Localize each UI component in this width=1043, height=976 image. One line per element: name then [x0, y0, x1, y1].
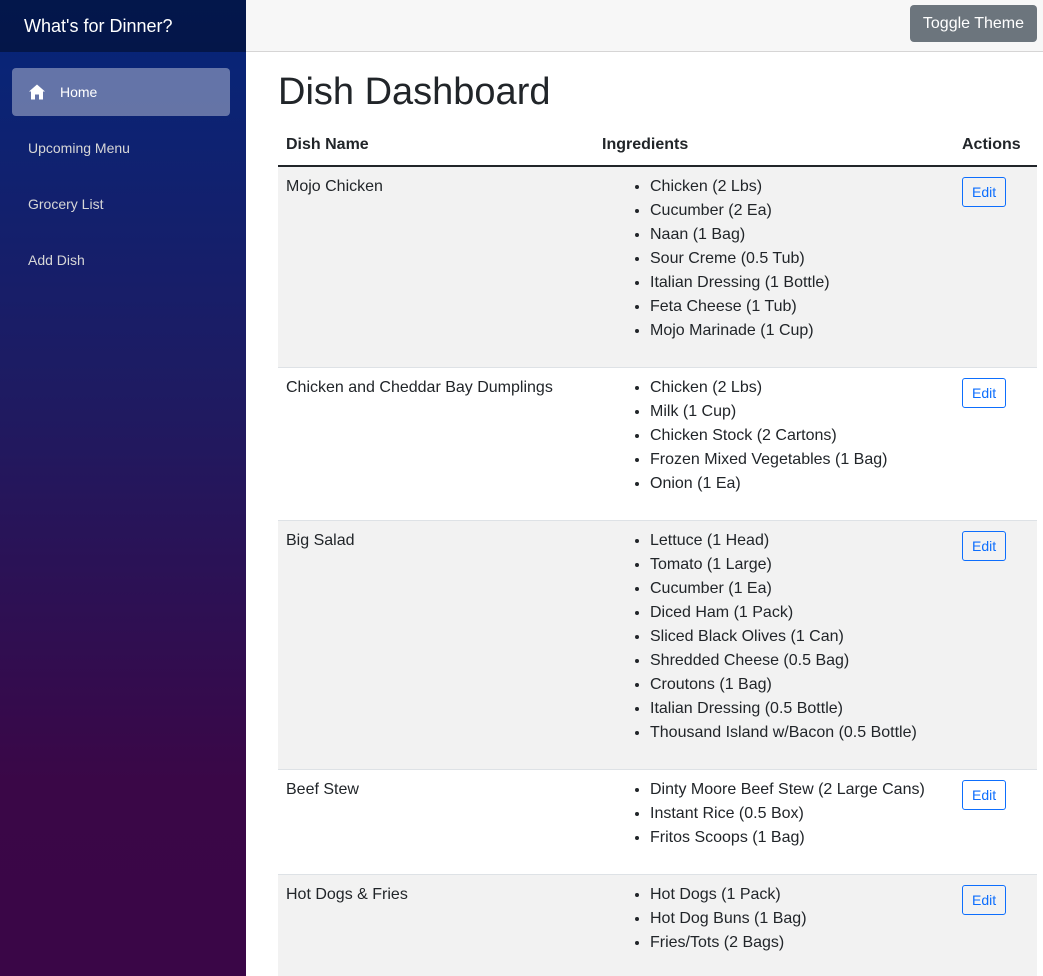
ingredient-item: Chicken Stock (2 Cartons) [650, 424, 946, 448]
ingredient-item: Onion (1 Ea) [650, 472, 946, 496]
table-row: Chicken and Cheddar Bay DumplingsChicken… [278, 366, 1037, 521]
ingredient-item: Sliced Black Olives (1 Can) [650, 625, 946, 649]
dish-name: Big Salad [278, 519, 594, 770]
ingredient-item: Diced Ham (1 Pack) [650, 601, 946, 625]
ingredient-item: Thousand Island w/Bacon (0.5 Bottle) [650, 721, 946, 745]
edit-button[interactable]: Edit [962, 530, 1007, 561]
ingredient-item: Tomato (1 Large) [650, 553, 946, 577]
sidebar-item-label: Home [60, 84, 98, 100]
edit-button[interactable]: Edit [962, 884, 1007, 915]
sidebar-item-add-dish[interactable]: Add Dish [12, 236, 230, 284]
ingredient-item: Fries/Tots (2 Bags) [650, 931, 946, 955]
table-row: Beef StewDinty Moore Beef Stew (2 Large … [278, 768, 1037, 875]
ingredient-list: Chicken (2 Lbs)Cucumber (2 Ea)Naan (1 Ba… [602, 175, 946, 343]
ingredient-item: Lettuce (1 Head) [650, 529, 946, 553]
app-brand[interactable]: What's for Dinner? [0, 0, 246, 52]
dish-table: Dish Name Ingredients Actions Mojo Chick… [278, 125, 1037, 976]
sidebar-item-label: Add Dish [28, 252, 85, 268]
ingredient-item: Chicken (2 Lbs) [650, 175, 946, 199]
dish-name: Hot Dogs & Fries [278, 873, 594, 976]
actions-cell: Edit [954, 873, 1037, 976]
ingredient-item: Naan (1 Bag) [650, 223, 946, 247]
sidebar-item-grocery-list[interactable]: Grocery List [12, 180, 230, 228]
ingredient-item: Sour Creme (0.5 Tub) [650, 247, 946, 271]
main-content: Dish Dashboard Dish Name Ingredients Act… [278, 52, 1037, 976]
actions-cell: Edit [954, 366, 1037, 521]
sidebar-item-upcoming-menu[interactable]: Upcoming Menu [12, 124, 230, 172]
table-row: Hot Dogs & FriesHot Dogs (1 Pack)Hot Dog… [278, 873, 1037, 976]
ingredient-list: Lettuce (1 Head)Tomato (1 Large)Cucumber… [602, 529, 946, 745]
top-bar: Toggle Theme [246, 0, 1043, 52]
actions-cell: Edit [954, 768, 1037, 875]
home-icon [28, 83, 46, 101]
dish-table-body: Mojo ChickenChicken (2 Lbs)Cucumber (2 E… [278, 165, 1037, 976]
sidebar-item-home[interactable]: Home [12, 68, 230, 116]
ingredients-cell: Chicken (2 Lbs)Cucumber (2 Ea)Naan (1 Ba… [594, 165, 954, 368]
page-title: Dish Dashboard [278, 71, 551, 113]
ingredient-item: Frozen Mixed Vegetables (1 Bag) [650, 448, 946, 472]
ingredient-item: Italian Dressing (0.5 Bottle) [650, 697, 946, 721]
ingredient-list: Chicken (2 Lbs)Milk (1 Cup)Chicken Stock… [602, 376, 946, 496]
ingredients-cell: Hot Dogs (1 Pack)Hot Dog Buns (1 Bag)Fri… [594, 873, 954, 976]
ingredient-item: Dinty Moore Beef Stew (2 Large Cans) [650, 778, 946, 802]
ingredient-item: Fritos Scoops (1 Bag) [650, 826, 946, 850]
sidebar-nav: Home Upcoming Menu Grocery List Add Dish [0, 52, 246, 284]
actions-cell: Edit [954, 519, 1037, 770]
table-row: Mojo ChickenChicken (2 Lbs)Cucumber (2 E… [278, 165, 1037, 368]
ingredient-item: Cucumber (1 Ea) [650, 577, 946, 601]
edit-button[interactable]: Edit [962, 779, 1007, 810]
ingredient-item: Croutons (1 Bag) [650, 673, 946, 697]
ingredient-item: Hot Dogs (1 Pack) [650, 883, 946, 907]
edit-button[interactable]: Edit [962, 176, 1007, 207]
ingredient-item: Feta Cheese (1 Tub) [650, 295, 946, 319]
ingredient-item: Cucumber (2 Ea) [650, 199, 946, 223]
dish-name: Beef Stew [278, 768, 594, 875]
ingredient-item: Instant Rice (0.5 Box) [650, 802, 946, 826]
table-row: Big SaladLettuce (1 Head)Tomato (1 Large… [278, 519, 1037, 770]
ingredient-item: Shredded Cheese (0.5 Bag) [650, 649, 946, 673]
column-header-ingredients: Ingredients [594, 125, 954, 167]
toggle-theme-button[interactable]: Toggle Theme [909, 5, 1037, 42]
ingredient-item: Chicken (2 Lbs) [650, 376, 946, 400]
table-header-row: Dish Name Ingredients Actions [278, 125, 1037, 167]
sidebar-item-label: Upcoming Menu [28, 140, 130, 156]
edit-button[interactable]: Edit [962, 377, 1007, 408]
dish-name: Chicken and Cheddar Bay Dumplings [278, 366, 594, 521]
ingredients-cell: Lettuce (1 Head)Tomato (1 Large)Cucumber… [594, 519, 954, 770]
ingredient-item: Hot Dog Buns (1 Bag) [650, 907, 946, 931]
ingredient-list: Dinty Moore Beef Stew (2 Large Cans)Inst… [602, 778, 946, 850]
ingredient-item: Mojo Marinade (1 Cup) [650, 319, 946, 343]
sidebar: What's for Dinner? Home Upcoming Menu Gr… [0, 0, 246, 976]
sidebar-item-label: Grocery List [28, 196, 104, 212]
ingredient-item: Italian Dressing (1 Bottle) [650, 271, 946, 295]
column-header-dish-name: Dish Name [278, 125, 594, 167]
ingredients-cell: Chicken (2 Lbs)Milk (1 Cup)Chicken Stock… [594, 366, 954, 521]
actions-cell: Edit [954, 165, 1037, 368]
ingredient-list: Hot Dogs (1 Pack)Hot Dog Buns (1 Bag)Fri… [602, 883, 946, 955]
dish-name: Mojo Chicken [278, 165, 594, 368]
ingredients-cell: Dinty Moore Beef Stew (2 Large Cans)Inst… [594, 768, 954, 875]
column-header-actions: Actions [954, 125, 1037, 167]
ingredient-item: Milk (1 Cup) [650, 400, 946, 424]
